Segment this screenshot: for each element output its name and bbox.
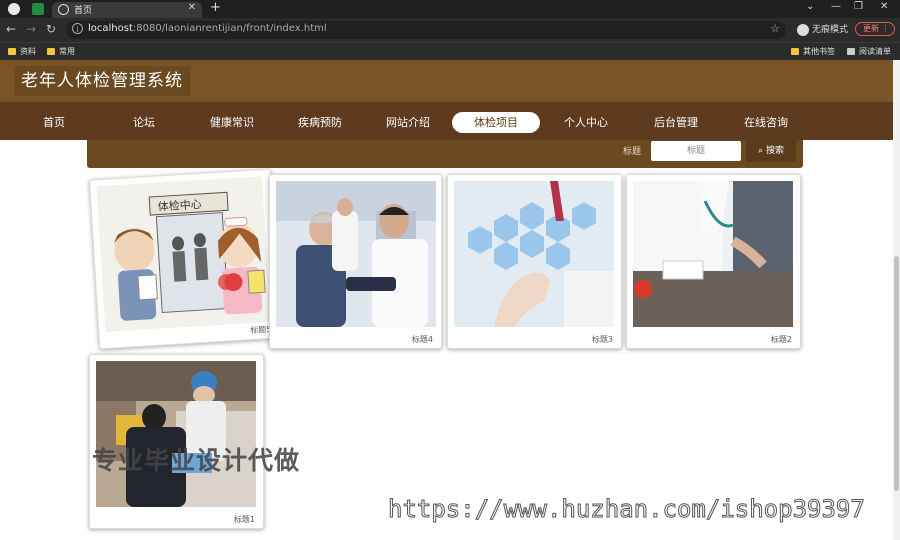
reading-list[interactable]: 阅读清单 [847, 46, 891, 57]
doctor-consultation-image [633, 181, 793, 327]
new-tab-button[interactable]: + [210, 0, 221, 15]
page-scrollbar[interactable] [893, 60, 900, 540]
folder-icon [8, 48, 16, 55]
page-viewport: 老年人体检管理系统 首页 论坛 健康常识 疾病预防 网站介绍 体检项目 个人中心… [0, 60, 893, 540]
browser-menu-icon[interactable] [8, 3, 20, 15]
nav-item-site-intro[interactable]: 网站介绍 [364, 112, 452, 133]
forward-arrow-icon[interactable]: → [26, 22, 36, 36]
search-bar: 标题 标题 ⌕ 搜索 [87, 140, 803, 168]
browser-tab[interactable]: 首页 ✕ [52, 2, 202, 18]
reading-list-icon [847, 48, 855, 55]
nav-item-checkup-items[interactable]: 体检项目 [452, 112, 540, 133]
watermark-text: 专业毕业设计代做 [92, 446, 301, 475]
back-arrow-icon[interactable]: ← [6, 22, 16, 36]
nav-item-online-consult[interactable]: 在线咨询 [722, 112, 810, 133]
cartoon-clinic-image: 体检中心 [96, 176, 271, 333]
browser-tab-strip: 首页 ✕ + ⌄ — ❐ ✕ [0, 0, 900, 18]
nav-item-personal-center[interactable]: 个人中心 [542, 112, 630, 133]
tab-title: 首页 [74, 6, 93, 16]
bookmark-folder-changyong[interactable]: 常用 [47, 46, 75, 57]
nav-item-health-knowledge[interactable]: 健康常识 [188, 112, 276, 133]
nav-item-forum[interactable]: 论坛 [100, 112, 188, 133]
nav-item-disease-prevention[interactable]: 疾病预防 [276, 112, 364, 133]
clinic-sign-text: 体检中心 [157, 197, 202, 214]
bookmark-folder-ziliao[interactable]: 资料 [8, 46, 36, 57]
watermark-url: https://www.huzhan.com/ishop39397 [388, 495, 866, 524]
globe-icon [58, 4, 69, 15]
doctor-patient-image [276, 181, 436, 327]
card-caption: 标题2 [770, 335, 792, 344]
reload-icon[interactable]: ↻ [46, 22, 56, 36]
folder-icon [47, 48, 55, 55]
incognito-icon [797, 23, 809, 36]
address-toolbar: ← → ↻ i localhost:8080/laonianrentijian/… [0, 18, 900, 42]
nav-item-home[interactable]: 首页 [10, 112, 98, 133]
click-indicator [218, 274, 234, 290]
card-caption: 标题1 [233, 515, 255, 524]
restore-icon[interactable]: ❐ [854, 1, 863, 12]
item-card-2[interactable]: 标题2 [626, 174, 801, 349]
site-title: 老年人体检管理系统 [14, 66, 190, 96]
info-icon[interactable]: i [72, 23, 83, 34]
item-card-4[interactable]: 标题4 [269, 174, 442, 349]
scrollbar-thumb[interactable] [894, 256, 899, 491]
minimize-icon[interactable]: — [831, 1, 841, 12]
nav-item-admin[interactable]: 后台管理 [632, 112, 720, 133]
medical-tech-image [454, 181, 614, 327]
search-button[interactable]: ⌕ 搜索 [746, 140, 796, 162]
incognito-indicator[interactable]: 无痕模式 [797, 22, 848, 36]
search-label: 标题 [623, 147, 642, 157]
search-input[interactable]: 标题 [651, 141, 741, 161]
update-button[interactable]: 更新 ⋮ [855, 22, 895, 36]
main-nav: 首页 论坛 健康常识 疾病预防 网站介绍 体检项目 个人中心 后台管理 在线咨询 [0, 102, 893, 140]
app-icon[interactable] [32, 3, 44, 15]
close-tab-icon[interactable]: ✕ [188, 2, 196, 13]
chevron-down-icon[interactable]: ⌄ [806, 1, 814, 12]
url-text: localhost:8080/laonianrentijian/front/in… [88, 23, 327, 34]
card-caption: 标题4 [411, 335, 433, 344]
medical-staff-image [96, 361, 256, 507]
site-header: 老年人体检管理系统 [0, 60, 893, 102]
bookmark-star-icon[interactable]: ☆ [770, 22, 780, 35]
item-card-3[interactable]: 标题3 [447, 174, 622, 349]
folder-icon [791, 48, 799, 55]
bookmark-folder-other[interactable]: 其他书签 [791, 46, 835, 57]
item-card-5[interactable]: 体检中心 标题5 [88, 168, 282, 350]
window-close-icon[interactable]: ✕ [880, 1, 888, 12]
bookmarks-bar: 资料 常用 其他书签 阅读清单 [0, 42, 900, 60]
card-caption: 标题3 [591, 335, 613, 344]
search-icon: ⌕ [758, 146, 764, 156]
address-bar[interactable]: i localhost:8080/laonianrentijian/front/… [66, 21, 786, 39]
